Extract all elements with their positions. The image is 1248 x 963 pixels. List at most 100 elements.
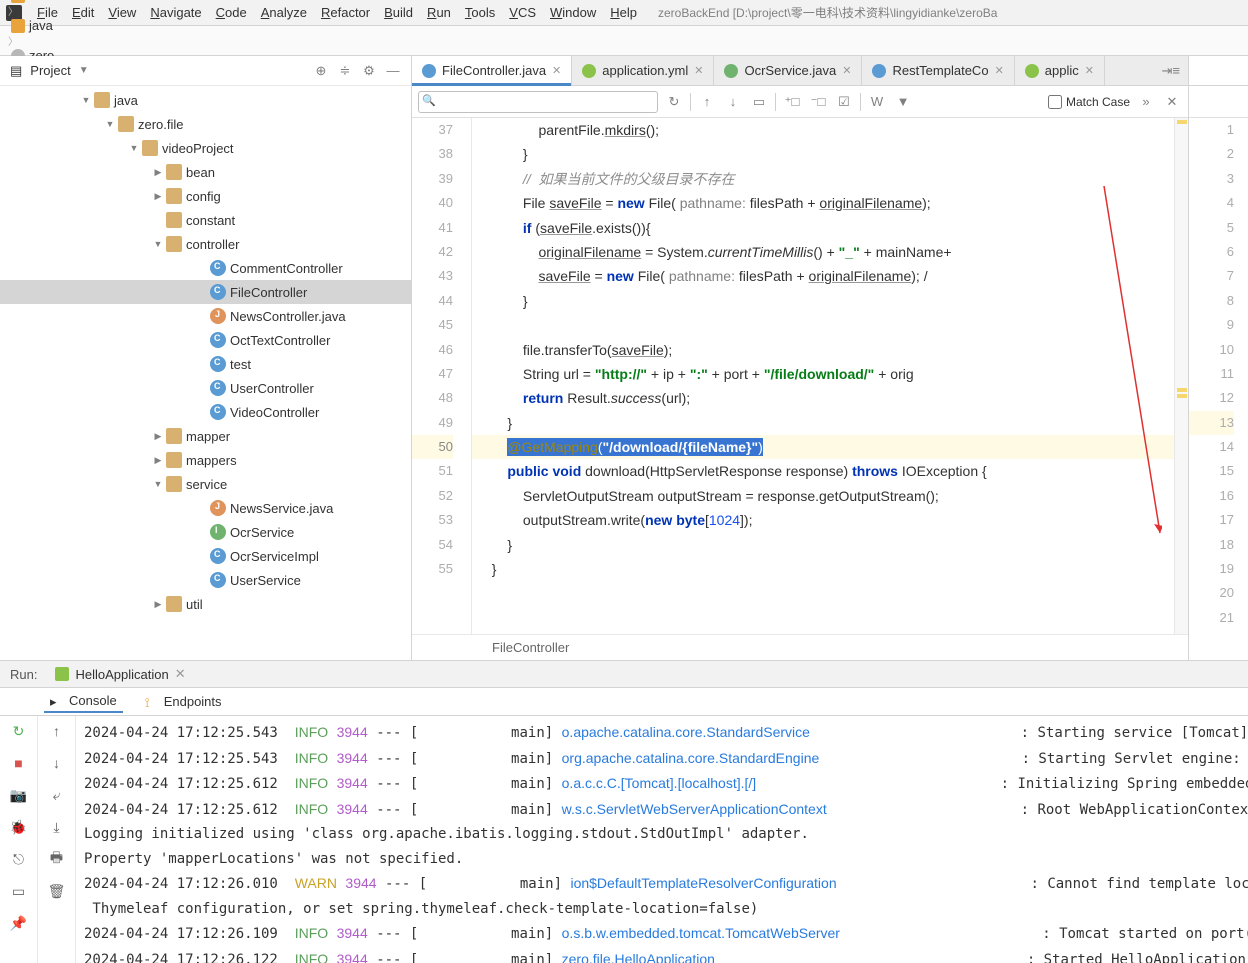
remove-selection-icon[interactable]: ⁻□ <box>808 92 828 112</box>
project-panel-title[interactable]: Project <box>30 63 70 78</box>
prev-match-icon[interactable]: ↑ <box>697 92 717 112</box>
run-config-tab[interactable]: HelloApplication ✕ <box>47 664 193 684</box>
tree-node[interactable]: ▼zero.file <box>0 112 411 136</box>
console-output[interactable]: 2024-04-24 17:12:25.543 INFO 3944 --- [ … <box>76 716 1248 963</box>
exit-icon[interactable]: ⎋ <box>10 850 28 868</box>
editor-tab[interactable]: OcrService.java✕ <box>714 56 862 85</box>
tree-node[interactable]: OctTextController <box>0 328 411 352</box>
tree-toggle-icon[interactable]: ▼ <box>150 239 166 249</box>
up-icon[interactable]: ↑ <box>48 722 66 740</box>
filter-icon[interactable]: ▼ <box>893 92 913 112</box>
tree-node[interactable]: VideoController <box>0 400 411 424</box>
find-input[interactable] <box>418 91 658 113</box>
hide-icon[interactable]: — <box>385 63 401 79</box>
next-match-icon[interactable]: ↓ <box>723 92 743 112</box>
tree-node[interactable]: UserService <box>0 568 411 592</box>
close-tab-icon[interactable]: ✕ <box>1085 64 1094 77</box>
tree-node[interactable]: constant <box>0 208 411 232</box>
tree-node[interactable]: ▶bean <box>0 160 411 184</box>
tree-node[interactable]: ▼ videoProject <box>0 136 411 160</box>
tree-node[interactable]: NewsService.java <box>0 496 411 520</box>
project-select-icon[interactable]: ▤ <box>10 63 22 79</box>
editor-tab[interactable]: FileController.java✕ <box>412 56 572 85</box>
close-tab-icon[interactable]: ✕ <box>552 64 561 77</box>
close-tab-icon[interactable]: ✕ <box>995 64 1004 77</box>
soft-wrap-icon[interactable]: ⤶ <box>48 786 66 804</box>
tree-node[interactable]: ▼service <box>0 472 411 496</box>
editor-breadcrumb[interactable]: FileController <box>412 634 1188 660</box>
tree-node[interactable]: ▶config <box>0 184 411 208</box>
close-icon[interactable]: ✕ <box>175 666 186 682</box>
tree-toggle-icon[interactable]: ▶ <box>150 599 166 610</box>
print-icon[interactable]: 🖶 <box>48 850 66 868</box>
select-all-icon[interactable]: ▭ <box>749 92 769 112</box>
close-tab-icon[interactable]: ✕ <box>694 64 703 77</box>
tree-node[interactable]: NewsController.java <box>0 304 411 328</box>
tree-node[interactable]: OcrServiceImpl <box>0 544 411 568</box>
pin-icon[interactable]: 📌 <box>10 914 28 932</box>
tree-toggle-icon[interactable]: ▼ <box>78 95 94 105</box>
dump-icon[interactable]: 📷 <box>10 786 28 804</box>
locate-icon[interactable]: ⊕ <box>313 63 329 79</box>
editor-tab[interactable]: RestTemplateCo✕ <box>862 56 1014 85</box>
tree-toggle-icon[interactable]: ▼ <box>102 119 118 129</box>
tree-toggle-icon[interactable]: ▶ <box>150 167 166 178</box>
tree-toggle-icon[interactable]: ▼ <box>126 143 142 153</box>
tree-node[interactable]: ▼controller <box>0 232 411 256</box>
endpoints-tab[interactable]: ⟟Endpoints <box>139 691 228 712</box>
tree-node[interactable]: ▼java <box>0 88 411 112</box>
menu-run[interactable]: Run <box>420 3 458 22</box>
tree-toggle-icon[interactable]: ▼ <box>150 479 166 489</box>
settings-icon[interactable]: ⚙ <box>361 63 377 79</box>
tree-toggle-icon[interactable]: ▶ <box>150 455 166 466</box>
file-type-icon <box>1025 64 1039 78</box>
tree-node[interactable]: ▶mappers <box>0 448 411 472</box>
menu-tools[interactable]: Tools <box>458 3 502 22</box>
console-tab[interactable]: ▸Console <box>44 690 123 713</box>
chevron-down-icon[interactable]: ▼ <box>79 65 89 76</box>
words-icon[interactable]: W <box>867 92 887 112</box>
close-find-icon[interactable]: ✕ <box>1162 92 1182 112</box>
tree-node[interactable]: ▶mapper <box>0 424 411 448</box>
project-tree[interactable]: ▼java▼zero.file▼videoProject▶bean▶config… <box>0 86 411 660</box>
breadcrumb-item[interactable]: java <box>8 18 123 33</box>
expand-icon[interactable]: ≑ <box>337 63 353 79</box>
find-history-icon[interactable]: ↻ <box>664 92 684 112</box>
layout-icon[interactable]: ▭ <box>10 882 28 900</box>
debug-icon[interactable]: 🐞 <box>10 818 28 836</box>
scroll-end-icon[interactable]: ⤓ <box>48 818 66 836</box>
menu-code[interactable]: Code <box>209 3 254 22</box>
tree-node[interactable]: OcrService <box>0 520 411 544</box>
more-icon[interactable]: » <box>1136 92 1156 112</box>
tree-toggle-icon[interactable]: ▶ <box>150 431 166 442</box>
menu-window[interactable]: Window <box>543 3 603 22</box>
tree-label: videoProject <box>162 141 234 156</box>
tree-node[interactable]: FileController <box>0 280 411 304</box>
menu-build[interactable]: Build <box>377 3 420 22</box>
breadcrumb-item[interactable]: main <box>8 0 123 3</box>
menu-refactor[interactable]: Refactor <box>314 3 377 22</box>
tree-toggle-icon[interactable]: ▶ <box>150 191 166 202</box>
tree-node[interactable]: test <box>0 352 411 376</box>
stop-icon[interactable]: ■ <box>10 754 28 772</box>
menu-navigate[interactable]: Navigate <box>143 3 208 22</box>
clear-icon[interactable]: 🗑 <box>48 882 66 900</box>
menu-vcs[interactable]: VCS <box>502 3 543 22</box>
error-stripe[interactable] <box>1174 118 1188 634</box>
match-case-checkbox[interactable]: Match Case <box>1048 95 1130 109</box>
rerun-icon[interactable]: ↻ <box>10 722 28 740</box>
editor-tab[interactable]: applic✕ <box>1015 56 1105 85</box>
close-tab-icon[interactable]: ✕ <box>842 64 851 77</box>
toggle-all-icon[interactable]: ☑ <box>834 92 854 112</box>
tree-node[interactable]: UserController <box>0 376 411 400</box>
down-icon[interactable]: ↓ <box>48 754 66 772</box>
line-gutter[interactable]: 37383940414243444546474849505152535455 <box>412 118 472 634</box>
add-selection-icon[interactable]: ⁺□ <box>782 92 802 112</box>
code-editor[interactable]: parentFile.mkdirs(); } // 如果当前文件的父级目录不存在… <box>472 118 1174 634</box>
menu-analyze[interactable]: Analyze <box>254 3 314 22</box>
editor-tab[interactable]: application.yml✕ <box>572 56 714 85</box>
tree-node[interactable]: ▶util <box>0 592 411 616</box>
tabs-overflow-icon[interactable]: ⇥≡ <box>1154 56 1188 85</box>
menu-help[interactable]: Help <box>603 3 644 22</box>
tree-node[interactable]: CommentController <box>0 256 411 280</box>
